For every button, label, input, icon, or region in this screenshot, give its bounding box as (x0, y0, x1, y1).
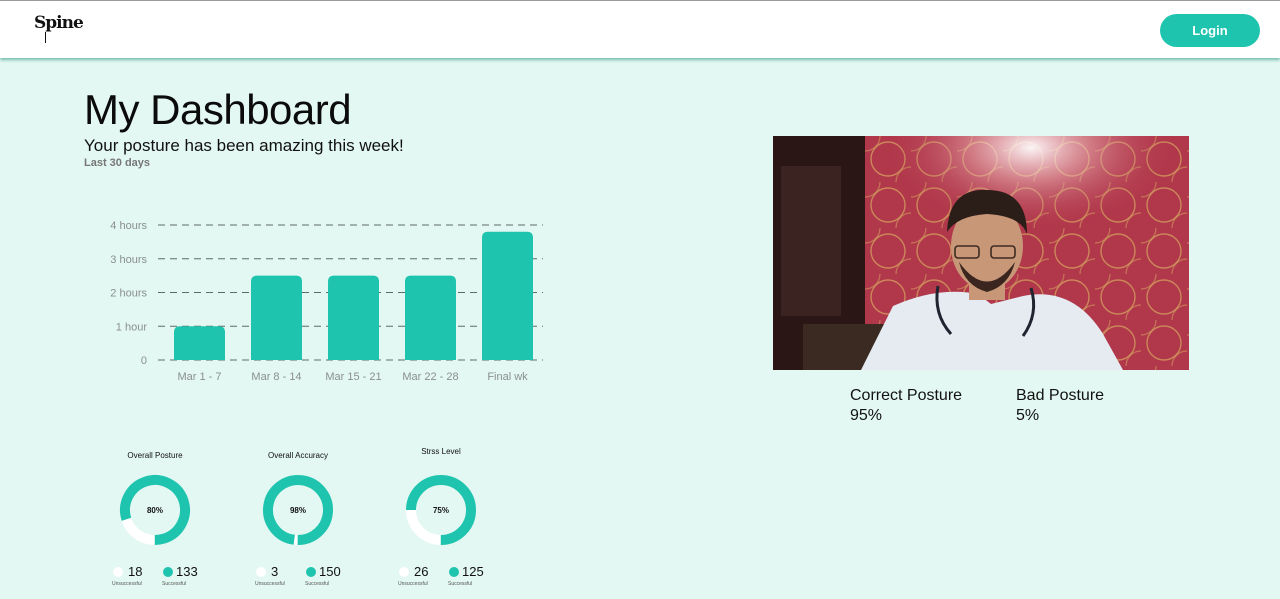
y-tick-label: 4 hours (110, 220, 147, 232)
donut-title: Strss Level (421, 447, 461, 456)
unsuccessful-dot (256, 567, 266, 577)
posture-message: Your posture has been amazing this week! (84, 136, 404, 155)
x-tick-label: Final wk (487, 371, 528, 383)
donut-title: Overall Accuracy (267, 451, 329, 460)
x-tick-label: Mar 8 - 14 (251, 371, 301, 383)
x-tick-label: Mar 1 - 7 (177, 371, 221, 383)
webcam-feed (773, 136, 1189, 370)
donut-percent: 80% (147, 506, 163, 515)
unsuccessful-count: 18 (128, 564, 143, 579)
y-tick-label: 1 hour (116, 321, 148, 333)
successful-label: Successful (162, 581, 187, 587)
successful-count: 133 (176, 564, 198, 579)
unsuccessful-count: 3 (271, 564, 279, 579)
bar-4[interactable] (405, 275, 456, 360)
period-label: Last 30 days (84, 157, 151, 169)
correct-posture-value: 95% (850, 407, 883, 424)
bad-posture-label: Bad Posture (1016, 387, 1105, 404)
donut-ring: 98% (263, 475, 333, 545)
unsuccessful-label: Unsuccessful (255, 581, 285, 587)
bar-2[interactable] (251, 275, 302, 360)
unsuccessful-count: 26 (414, 564, 429, 579)
unsuccessful-label: Unsuccessful (112, 581, 142, 587)
successful-label: Successful (305, 581, 330, 587)
successful-dot (306, 567, 316, 577)
y-tick-label: 0 (141, 355, 147, 367)
successful-count: 150 (319, 564, 341, 579)
successful-dot (449, 567, 459, 577)
bar-3[interactable] (328, 275, 379, 360)
login-button[interactable]: Login (1160, 14, 1260, 47)
spine-logo[interactable]: Spine (34, 13, 84, 33)
successful-dot (163, 567, 173, 577)
unsuccessful-dot (113, 567, 123, 577)
webcam-image (773, 136, 1189, 370)
x-tick-label: Mar 15 - 21 (325, 371, 381, 383)
donut-percent: 98% (290, 506, 306, 515)
donut-title: Overall Posture (127, 451, 183, 460)
bad-posture-value: 5% (1016, 407, 1040, 424)
bar-1[interactable] (174, 326, 225, 360)
logo-mark (45, 32, 46, 43)
unsuccessful-label: Unsuccessful (398, 581, 428, 587)
donut-percent: 75% (433, 506, 449, 515)
unsuccessful-dot (399, 567, 409, 577)
donut-ring: 75% (406, 475, 476, 545)
donut-ring: 80% (120, 475, 190, 545)
y-tick-label: 3 hours (110, 254, 147, 266)
x-tick-label: Mar 22 - 28 (402, 371, 458, 383)
top-navbar: Spine Login (0, 0, 1280, 58)
weekly-posture-bar-chart: 0 1 hour 2 hours 3 hours 4 hours Mar 1 - 7 Mar… (110, 220, 543, 383)
successful-count: 125 (462, 564, 484, 579)
bar-5[interactable] (482, 231, 533, 360)
y-tick-label: 2 hours (110, 288, 147, 300)
correct-posture-label: Correct Posture (850, 387, 963, 404)
page-title: My Dashboard (84, 86, 352, 133)
successful-label: Successful (448, 581, 473, 587)
